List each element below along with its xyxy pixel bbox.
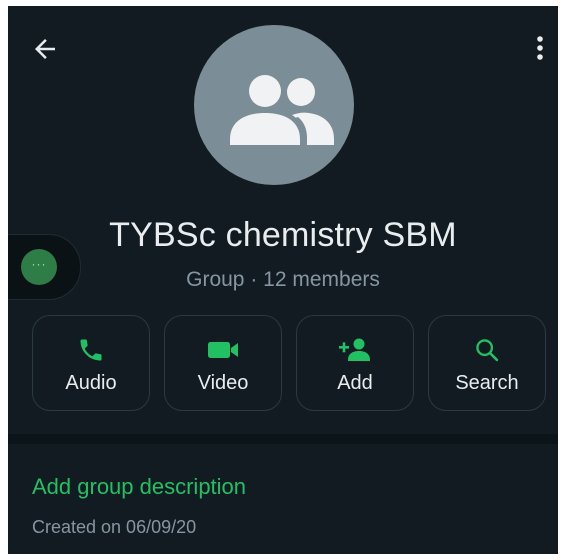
search-label: Search <box>455 372 519 394</box>
phone-icon <box>80 339 102 361</box>
description-section: Add group description Created on 06/09/2… <box>8 444 558 554</box>
chat-bubble-button[interactable]: ··· <box>21 249 57 285</box>
search-icon <box>476 339 499 362</box>
audio-call-button[interactable]: Audio <box>32 315 150 411</box>
video-camera-icon <box>208 342 238 358</box>
add-label: Add <box>337 372 373 394</box>
more-options-button[interactable] <box>532 32 548 64</box>
search-button[interactable]: Search <box>428 315 546 411</box>
more-vertical-icon <box>537 36 543 60</box>
group-member-count[interactable]: Group · 12 members <box>8 268 558 292</box>
group-header: TYBSc chemistry SBM Group · 12 members ·… <box>8 6 558 434</box>
back-button[interactable] <box>30 34 60 64</box>
group-people-icon <box>230 75 334 145</box>
video-call-button[interactable]: Video <box>164 315 282 411</box>
floating-chat-head: ··· <box>8 234 81 300</box>
video-label: Video <box>197 372 249 394</box>
group-name[interactable]: TYBSc chemistry SBM <box>8 216 558 255</box>
chat-bubble-dots-icon: ··· <box>31 257 47 271</box>
created-date: Created on 06/09/20 <box>32 517 197 537</box>
group-avatar[interactable] <box>194 25 354 185</box>
section-divider <box>8 434 558 444</box>
add-group-description-link[interactable]: Add group description <box>32 474 246 500</box>
add-person-icon <box>339 338 370 361</box>
group-info-screen: TYBSc chemistry SBM Group · 12 members ·… <box>8 6 558 554</box>
arrow-left-icon <box>35 39 55 59</box>
quick-actions: Audio Video Add Search <box>32 315 548 413</box>
add-participant-button[interactable]: Add <box>296 315 414 411</box>
audio-label: Audio <box>65 372 117 394</box>
